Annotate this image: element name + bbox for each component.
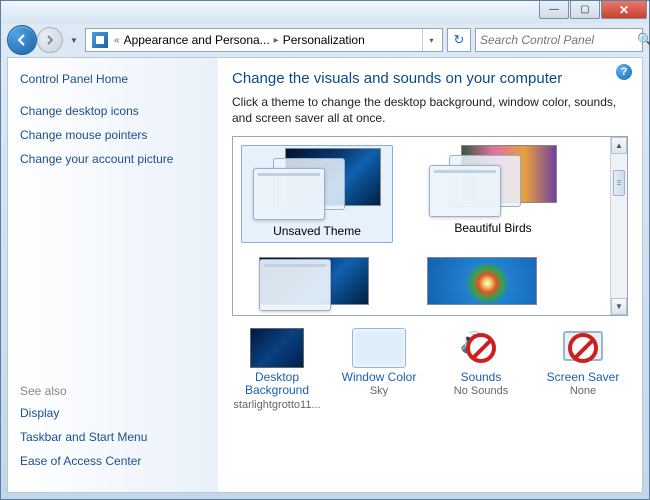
window-glyph: [259, 259, 331, 311]
label: Desktop Background: [236, 371, 318, 397]
value: None: [570, 385, 596, 397]
page-description: Click a theme to change the desktop back…: [232, 95, 628, 126]
page-title: Change the visuals and sounds on your co…: [232, 70, 628, 87]
sidebar: Control Panel Home Change desktop icons …: [8, 58, 218, 492]
window-glyph: [429, 165, 501, 217]
minimize-button[interactable]: —: [539, 1, 569, 19]
address-dropdown[interactable]: ▾: [422, 29, 440, 51]
scroll-thumb[interactable]: [613, 170, 625, 196]
breadcrumb-segment-1[interactable]: Appearance and Persona...: [122, 33, 272, 47]
value: Sky: [370, 385, 388, 397]
forward-button[interactable]: [37, 27, 63, 53]
theme-label: Unsaved Theme: [273, 224, 361, 238]
desktop-background-link[interactable]: Desktop Background starlightgrotto11...: [236, 328, 318, 410]
window-frame: — ▢ ✕ ▼ « Appearance and Persona... ▸ Pe…: [0, 0, 650, 500]
window-body: Control Panel Home Change desktop icons …: [7, 57, 643, 493]
value: No Sounds: [454, 385, 508, 397]
arrow-left-icon: [15, 33, 29, 47]
value: starlightgrotto11...: [233, 399, 320, 411]
desktop-background-icon: [250, 328, 304, 368]
label: Window Color: [342, 371, 417, 384]
disabled-icon: [466, 333, 496, 363]
maximize-button[interactable]: ▢: [570, 1, 600, 19]
theme-label: Beautiful Birds: [454, 221, 531, 235]
scroll-up-button[interactable]: ▲: [611, 137, 627, 154]
search-box[interactable]: 🔍: [475, 28, 643, 52]
themes-scrollbar[interactable]: ▲ ▼: [610, 137, 627, 315]
control-panel-home-link[interactable]: Control Panel Home: [20, 72, 206, 86]
scroll-track[interactable]: [611, 154, 627, 298]
chevron-right-icon: ▸: [272, 35, 281, 46]
window-color-icon: [352, 328, 406, 368]
toolbar: ▼ « Appearance and Persona... ▸ Personal…: [1, 23, 649, 57]
see-also-display[interactable]: Display: [20, 406, 206, 420]
theme-partial-2[interactable]: [427, 257, 555, 305]
help-icon[interactable]: ?: [616, 64, 632, 80]
see-also-taskbar[interactable]: Taskbar and Start Menu: [20, 430, 206, 444]
settings-row: Desktop Background starlightgrotto11... …: [232, 328, 628, 410]
theme-preview: [253, 148, 381, 220]
back-button[interactable]: [7, 25, 37, 55]
screen-saver-link[interactable]: Screen Saver None: [542, 328, 624, 410]
window-controls: — ▢ ✕: [539, 1, 647, 19]
theme-preview: [429, 145, 557, 217]
disabled-icon: [568, 333, 598, 363]
see-also-heading: See also: [20, 384, 206, 398]
content-area: ? Change the visuals and sounds on your …: [218, 58, 642, 492]
label: Sounds: [461, 371, 502, 384]
screen-saver-icon: [556, 328, 610, 368]
close-button[interactable]: ✕: [601, 1, 647, 19]
see-also-section: See also Display Taskbar and Start Menu …: [20, 384, 206, 478]
search-icon[interactable]: 🔍: [637, 32, 650, 48]
breadcrumb-segment-2[interactable]: Personalization: [281, 33, 367, 47]
theme-beautiful-birds[interactable]: Beautiful Birds: [419, 145, 567, 243]
nav-history-dropdown[interactable]: ▼: [67, 30, 81, 50]
sidebar-link-mouse-pointers[interactable]: Change mouse pointers: [20, 128, 206, 142]
refresh-icon: ↻: [454, 32, 465, 48]
sidebar-link-desktop-icons[interactable]: Change desktop icons: [20, 104, 206, 118]
sounds-icon: 🔊: [454, 328, 508, 368]
wallpaper-thumb: [427, 257, 537, 305]
address-bar[interactable]: « Appearance and Persona... ▸ Personaliz…: [85, 28, 443, 52]
theme-partial-1[interactable]: [259, 257, 387, 305]
sidebar-link-account-picture[interactable]: Change your account picture: [20, 152, 206, 166]
themes-panel: Unsaved Theme Beautiful Birds: [232, 136, 628, 316]
control-panel-icon: [92, 32, 108, 48]
scroll-down-button[interactable]: ▼: [611, 298, 627, 315]
window-color-link[interactable]: Window Color Sky: [338, 328, 420, 410]
refresh-button[interactable]: ↻: [447, 28, 471, 52]
breadcrumb-prefix: «: [112, 35, 122, 46]
titlebar[interactable]: — ▢ ✕: [1, 1, 649, 23]
label: Screen Saver: [547, 371, 620, 384]
sounds-link[interactable]: 🔊 Sounds No Sounds: [440, 328, 522, 410]
arrow-right-icon: [44, 34, 56, 46]
see-also-ease-of-access[interactable]: Ease of Access Center: [20, 454, 206, 468]
window-glyph: [253, 168, 325, 220]
search-input[interactable]: [480, 33, 637, 47]
theme-unsaved[interactable]: Unsaved Theme: [241, 145, 393, 243]
